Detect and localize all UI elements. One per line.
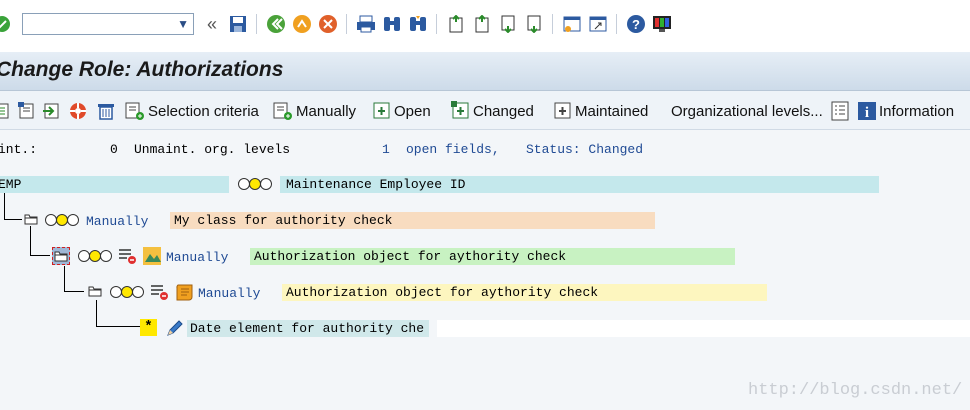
expand-icon[interactable] [0, 100, 12, 122]
application-toolbar: Selection criteria Manually Open Changed… [0, 91, 970, 130]
save-icon[interactable] [228, 14, 248, 34]
open-button[interactable]: Open [372, 100, 431, 122]
object-description: Authorization object for aythority check [254, 249, 567, 264]
profile-icon[interactable] [142, 246, 164, 271]
authorization-tree-area: int.: 0 Unmaint. org. levels 1 open fiel… [0, 130, 970, 410]
svg-text:?: ? [632, 17, 640, 32]
chevron-down-icon[interactable]: ▼ [177, 17, 189, 31]
changed-button[interactable]: Changed [451, 100, 534, 122]
list-icon[interactable] [831, 100, 851, 122]
shortcut-icon[interactable] [588, 14, 608, 34]
add-criteria-icon [125, 102, 144, 120]
maint-value: 0 [110, 142, 118, 157]
manually-label: Manually [296, 102, 357, 120]
add-manually-icon [273, 102, 292, 120]
delete-entry-icon[interactable] [117, 247, 139, 270]
root-description-bar: Maintenance Employee ID [280, 176, 879, 193]
org-levels-button[interactable]: Organizational levels... [671, 100, 823, 122]
open-label: Open [394, 102, 431, 120]
cancel-icon[interactable] [318, 14, 338, 34]
find-icon[interactable] [382, 14, 402, 34]
unmaint-org-levels-label: Unmaint. org. levels [134, 142, 291, 157]
manually-button[interactable]: Manually [272, 100, 356, 122]
title-bar: Change Role: Authorizations [0, 52, 970, 91]
last-page-icon[interactable] [524, 14, 544, 34]
pencil-icon[interactable] [165, 318, 185, 343]
maint-label: int.: [0, 142, 38, 157]
help-icon[interactable]: ? [626, 14, 646, 34]
information-label: Information [879, 102, 955, 120]
prev-page-icon[interactable] [472, 14, 492, 34]
auth-description: Authorization object for aythority check [286, 285, 599, 300]
traffic-light-icon[interactable] [77, 248, 113, 269]
watermark: http://blog.csdn.net/ [748, 381, 963, 400]
find-next-icon[interactable] [408, 14, 428, 34]
check-icon[interactable] [0, 14, 12, 34]
root-id-bar[interactable]: EMP [0, 176, 229, 193]
first-page-icon[interactable] [446, 14, 466, 34]
open-fields-count: 1 [382, 142, 390, 157]
back-green-icon[interactable] [266, 14, 286, 34]
folder-open-icon[interactable] [88, 284, 102, 303]
info-icon: i [858, 102, 876, 121]
next-page-icon[interactable] [498, 14, 518, 34]
auth-description-bar: Authorization object for aythority check [282, 284, 767, 301]
open-icon [373, 102, 390, 119]
information-button[interactable]: i Information [857, 100, 954, 122]
field-value-input[interactable] [437, 320, 970, 337]
print-icon[interactable] [356, 14, 376, 34]
maintained-label: Maintained [575, 102, 649, 120]
status-label: Status: Changed [526, 142, 644, 157]
system-toolbar: ▼ « ? [0, 0, 970, 53]
field-description: Date element for authority che [190, 321, 425, 336]
changed-label: Changed [473, 102, 534, 120]
page-title: Change Role: Authorizations [0, 58, 284, 81]
selected-folder-icon[interactable] [52, 247, 70, 265]
changed-icon [451, 101, 469, 119]
class-node-source[interactable]: Manually [86, 214, 148, 229]
double-left-icon[interactable]: « [202, 14, 222, 34]
svg-text:i: i [865, 105, 869, 121]
root-description: Maintenance Employee ID [286, 177, 466, 192]
scroll-icon[interactable] [174, 282, 196, 307]
folder-open-icon[interactable] [24, 212, 38, 231]
auth-node-source[interactable]: Manually [198, 286, 260, 301]
collapse-icon[interactable] [18, 100, 38, 122]
root-id: EMP [0, 177, 22, 192]
open-fields-label[interactable]: open fields, [406, 142, 500, 157]
class-description-bar: My class for authority check [170, 212, 655, 229]
org-levels-label: Organizational levels... [671, 102, 823, 120]
transfer-icon[interactable] [42, 100, 64, 122]
open-field-marker[interactable]: * [140, 319, 157, 336]
traffic-light-icon[interactable] [237, 176, 273, 197]
trash-icon[interactable] [96, 100, 118, 122]
traffic-light-icon[interactable] [44, 212, 80, 233]
field-description-bar: Date element for authority che [187, 320, 429, 337]
customize-layout-icon[interactable] [652, 14, 672, 34]
selection-criteria-button[interactable]: Selection criteria [124, 100, 259, 122]
object-description-bar: Authorization object for aythority check [250, 248, 735, 265]
maintained-button[interactable]: Maintained [553, 100, 648, 122]
lifebuoy-icon[interactable] [68, 100, 90, 122]
maintained-icon [554, 102, 571, 119]
class-description: My class for authority check [174, 213, 393, 228]
selection-criteria-label: Selection criteria [148, 102, 259, 120]
new-session-icon[interactable] [562, 14, 582, 34]
traffic-light-icon[interactable] [109, 284, 145, 305]
exit-icon[interactable] [292, 14, 312, 34]
command-field[interactable]: ▼ [22, 13, 194, 35]
object-node-source[interactable]: Manually [166, 250, 228, 265]
delete-entry-icon[interactable] [149, 283, 171, 306]
